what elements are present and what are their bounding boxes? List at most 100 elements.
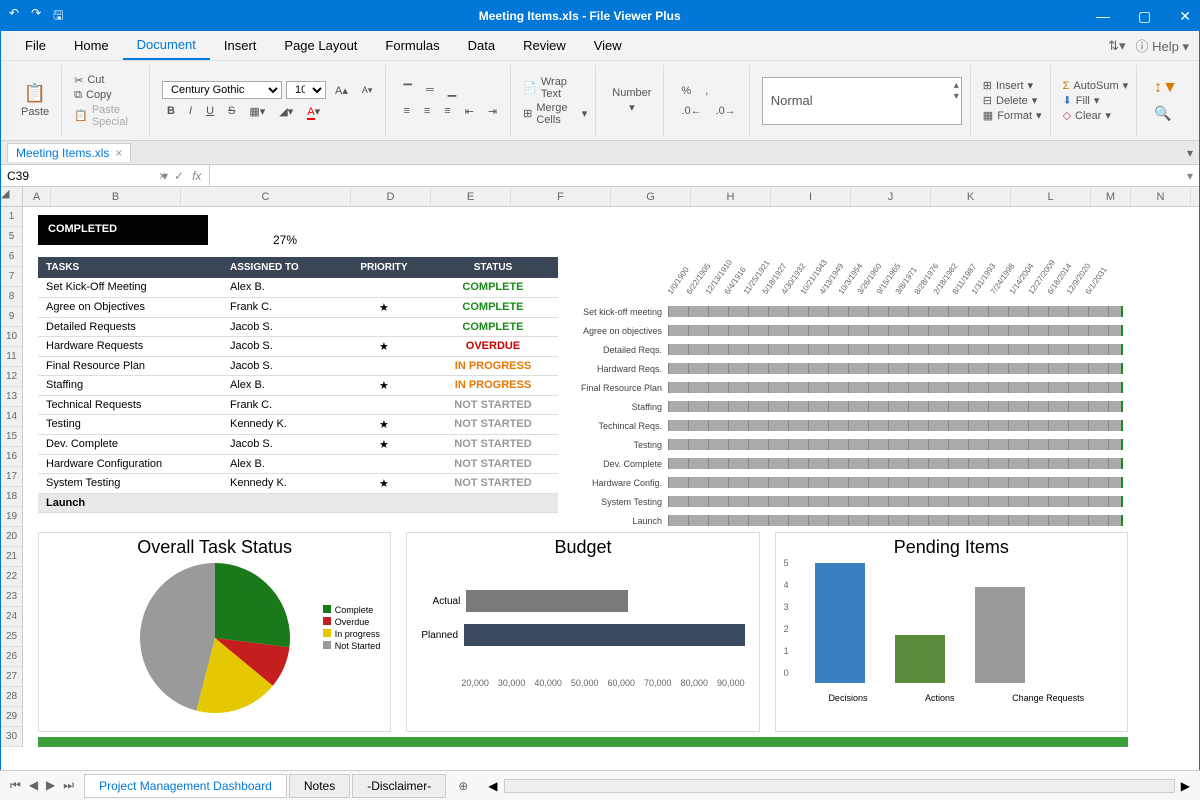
col-header[interactable]: E <box>431 187 511 206</box>
fill-button[interactable]: ⬇Fill▾ <box>1063 94 1129 107</box>
col-header[interactable]: K <box>931 187 1011 206</box>
cell-style-gallery[interactable]: Normal ▴▾ <box>762 77 962 125</box>
row-header[interactable]: 26 <box>1 647 22 667</box>
cut-button[interactable]: ✂Cut <box>74 74 141 87</box>
row-header[interactable]: 25 <box>1 627 22 647</box>
row-header[interactable]: 7 <box>1 267 22 287</box>
merge-cells-button[interactable]: ⊞Merge Cells▾ <box>523 102 587 126</box>
menu-document[interactable]: Document <box>123 31 210 60</box>
row-header[interactable]: 24 <box>1 607 22 627</box>
bold-button[interactable]: B <box>162 102 180 120</box>
row-header[interactable]: 11 <box>1 347 22 367</box>
enter-formula-icon[interactable]: ✓ <box>174 169 184 183</box>
menu-home[interactable]: Home <box>60 32 123 59</box>
col-header[interactable]: L <box>1011 187 1091 206</box>
paste-special-button[interactable]: 📋Paste Special <box>74 104 141 128</box>
col-header[interactable]: I <box>771 187 851 206</box>
row-header[interactable]: 21 <box>1 547 22 567</box>
row-header[interactable]: 29 <box>1 707 22 727</box>
minimize-icon[interactable]: — <box>1096 8 1110 25</box>
fx-icon[interactable]: fx <box>192 169 201 183</box>
percent-icon[interactable]: % <box>676 82 696 100</box>
row-header[interactable]: 5 <box>1 227 22 247</box>
prev-sheet-icon[interactable]: ◀ <box>29 778 38 793</box>
font-name-select[interactable]: Century Gothic <box>162 81 282 99</box>
clear-button[interactable]: ◇Clear▾ <box>1063 109 1129 122</box>
row-header[interactable]: 13 <box>1 387 22 407</box>
row-header[interactable]: 1 <box>1 207 22 227</box>
expand-formula-icon[interactable]: ▾ <box>1181 169 1199 183</box>
col-header[interactable]: J <box>851 187 931 206</box>
col-header[interactable]: G <box>611 187 691 206</box>
row-header[interactable]: 9 <box>1 307 22 327</box>
name-box[interactable]: ▾ <box>1 169 151 183</box>
row-header[interactable]: 14 <box>1 407 22 427</box>
row-header[interactable]: 10 <box>1 327 22 347</box>
save-icon[interactable]: 🖫 <box>53 6 63 27</box>
col-header[interactable]: B <box>51 187 181 206</box>
copy-button[interactable]: ⧉Copy <box>74 89 141 102</box>
hscroll-right-icon[interactable]: ▶ <box>1181 779 1190 793</box>
col-header[interactable]: M <box>1091 187 1131 206</box>
sheet-tab[interactable]: Project Management Dashboard <box>84 774 287 798</box>
sort-filter-icon[interactable]: ↕▼ <box>1149 76 1183 100</box>
row-header[interactable]: 16 <box>1 447 22 467</box>
menu-insert[interactable]: Insert <box>210 32 271 59</box>
spreadsheet-grid[interactable]: COMPLETED 27% TASKSASSIGNED TOPRIORITYST… <box>23 207 1199 747</box>
col-header[interactable]: A <box>23 187 51 206</box>
menu-review[interactable]: Review <box>509 32 580 59</box>
delete-button[interactable]: ⊟Delete▾ <box>983 94 1042 107</box>
row-header[interactable]: 23 <box>1 587 22 607</box>
row-header[interactable]: 17 <box>1 467 22 487</box>
row-header[interactable]: 12 <box>1 367 22 387</box>
outdent-icon[interactable]: ⇤ <box>460 102 479 121</box>
indent-icon[interactable]: ⇥ <box>483 102 502 121</box>
tabstrip-menu-icon[interactable]: ▾ <box>1187 146 1193 160</box>
col-header[interactable]: C <box>181 187 351 206</box>
menu-data[interactable]: Data <box>454 32 509 59</box>
hscroll-left-icon[interactable]: ◀ <box>488 779 497 793</box>
font-size-select[interactable]: 10 <box>286 81 326 99</box>
row-header[interactable]: 19 <box>1 507 22 527</box>
cancel-formula-icon[interactable]: × <box>159 169 166 183</box>
menu-formulas[interactable]: Formulas <box>371 32 453 59</box>
border-button[interactable]: ▦▾ <box>244 102 270 121</box>
menu-view[interactable]: View <box>580 32 636 59</box>
underline-button[interactable]: U <box>201 102 219 120</box>
row-header[interactable]: 6 <box>1 247 22 267</box>
menu-page-layout[interactable]: Page Layout <box>270 32 371 59</box>
sheet-tab[interactable]: -Disclaimer- <box>352 774 446 798</box>
row-header[interactable]: 20 <box>1 527 22 547</box>
row-header[interactable]: 27 <box>1 667 22 687</box>
help-button[interactable]: ⓘ Help ▾ <box>1136 36 1190 55</box>
close-icon[interactable]: ✕ <box>1179 8 1191 25</box>
align-top-icon[interactable]: ▔ <box>398 81 416 100</box>
menu-file[interactable]: File <box>11 32 60 59</box>
format-button[interactable]: ▦Format▾ <box>983 109 1042 122</box>
next-sheet-icon[interactable]: ▶ <box>46 778 55 793</box>
find-icon[interactable]: 🔍 <box>1149 102 1176 125</box>
insert-button[interactable]: ⊞Insert▾ <box>983 79 1042 92</box>
col-header[interactable]: F <box>511 187 611 206</box>
sheet-tab[interactable]: Notes <box>289 774 350 798</box>
grow-font-icon[interactable]: A▴ <box>330 81 353 100</box>
italic-button[interactable]: I <box>184 102 197 120</box>
last-sheet-icon[interactable]: ⏭ <box>63 778 74 793</box>
comma-icon[interactable]: , <box>700 82 713 100</box>
decrease-decimal-icon[interactable]: .0→ <box>711 102 741 120</box>
row-header[interactable]: 30 <box>1 727 22 747</box>
autosum-button[interactable]: ΣAutoSum▾ <box>1063 79 1129 92</box>
redo-icon[interactable]: ↷ <box>31 6 41 27</box>
undo-icon[interactable]: ↶ <box>9 6 19 27</box>
ribbon-options-icon[interactable]: ⇅▾ <box>1108 38 1125 54</box>
strike-button[interactable]: S <box>223 102 240 120</box>
row-header[interactable]: 8 <box>1 287 22 307</box>
shrink-font-icon[interactable]: A▾ <box>357 82 378 99</box>
col-header[interactable]: D <box>351 187 431 206</box>
maximize-icon[interactable]: ▢ <box>1138 8 1151 25</box>
col-header[interactable]: H <box>691 187 771 206</box>
formula-input[interactable] <box>209 165 1181 186</box>
align-left-icon[interactable]: ≡ <box>398 102 414 120</box>
wrap-text-button[interactable]: 📄Wrap Text <box>523 76 587 100</box>
fill-color-button[interactable]: ◢▾ <box>274 102 298 121</box>
